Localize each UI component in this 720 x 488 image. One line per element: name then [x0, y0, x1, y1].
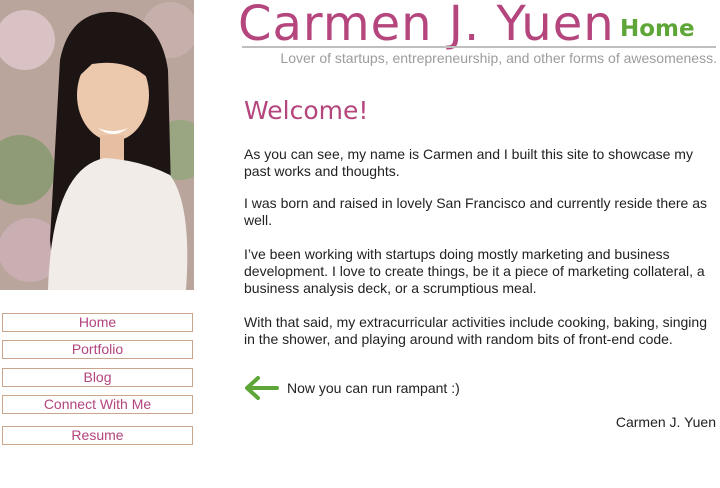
nav-item-home[interactable]: Home: [2, 313, 193, 332]
welcome-heading: Welcome!: [244, 96, 369, 125]
arrow-left-icon[interactable]: [243, 375, 279, 401]
nav-item-portfolio[interactable]: Portfolio: [2, 340, 193, 359]
intro-paragraph-4: With that said, my extracurricular activ…: [244, 314, 707, 347]
profile-photo-illustration: [0, 0, 194, 290]
signature: Carmen J. Yuen: [615, 414, 716, 430]
intro-paragraph-1: As you can see, my name is Carmen and I …: [244, 146, 693, 179]
nav-item-blog[interactable]: Blog: [2, 368, 193, 387]
title-divider: [242, 46, 716, 48]
tagline: Lover of startups, entrepreneurship, and…: [280, 50, 717, 66]
arrow-caption: Now you can run rampant :): [287, 380, 460, 396]
profile-photo: [0, 0, 194, 290]
nav-item-resume[interactable]: Resume: [2, 426, 193, 445]
intro-paragraph-3: I’ve been working with startups doing mo…: [244, 246, 705, 296]
page-label: Home: [620, 16, 695, 42]
intro-paragraph-2: I was born and raised in lovely San Fran…: [244, 195, 708, 228]
site-title: Carmen J. Yuen: [238, 0, 615, 52]
nav-item-connect[interactable]: Connect With Me: [2, 395, 193, 414]
